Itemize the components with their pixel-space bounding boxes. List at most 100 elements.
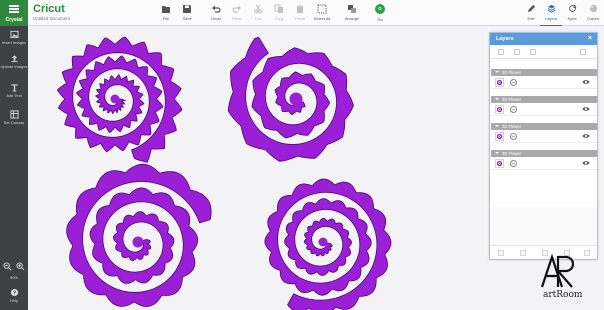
tab-colors[interactable]: Colors bbox=[582, 4, 604, 21]
layer-row[interactable]: ✂ bbox=[491, 76, 597, 89]
tab-layers-label: Layers bbox=[544, 16, 557, 21]
go-button[interactable]: G bbox=[375, 4, 385, 14]
redo-icon bbox=[232, 5, 241, 13]
layer-thumbnail bbox=[495, 132, 504, 141]
account-name: Crystal bbox=[5, 17, 23, 23]
chevron-down-icon[interactable] bbox=[495, 125, 499, 127]
palette-icon bbox=[589, 4, 597, 13]
left-sidebar: Insert Images Upload Images Add Text Set… bbox=[0, 26, 28, 310]
help-label: Help bbox=[9, 298, 19, 303]
sidebar-item-insert-images[interactable]: Insert Images bbox=[0, 30, 28, 45]
zoom-controls bbox=[3, 262, 25, 271]
zoom-out-icon[interactable] bbox=[3, 262, 12, 271]
layer-thumbnail bbox=[495, 105, 504, 114]
layer-group-label: 3D Flower bbox=[502, 97, 522, 102]
image-icon bbox=[9, 30, 19, 39]
layer-group[interactable]: 3D Flower ✂ bbox=[491, 150, 597, 170]
flower-spiral-round-petal[interactable] bbox=[264, 178, 392, 310]
select-all-icon bbox=[317, 4, 327, 14]
help-icon: ? bbox=[10, 288, 18, 297]
layer-row[interactable]: ✂ bbox=[491, 157, 597, 170]
pencil-icon bbox=[527, 4, 535, 13]
sidebar-item-add-text[interactable]: Add Text bbox=[0, 83, 28, 98]
layer-group[interactable]: 3D Flower ✂ bbox=[491, 123, 597, 143]
chevron-down-icon[interactable] bbox=[495, 71, 499, 73]
arrange-button[interactable]: Arrange bbox=[340, 4, 364, 24]
sidebar-item-label: Set Canvas bbox=[3, 120, 25, 125]
cut-operation-icon[interactable]: ✂ bbox=[510, 106, 517, 113]
eye-icon[interactable] bbox=[582, 106, 590, 112]
layer-group-header[interactable]: 3D Flower bbox=[491, 150, 597, 157]
text-icon bbox=[10, 84, 18, 92]
tab-colors-label: Colors bbox=[587, 16, 599, 21]
paste-button[interactable]: Paste bbox=[288, 4, 312, 24]
zoom-level: 90% bbox=[9, 275, 18, 280]
layer-group[interactable]: 3D Flower ✂ bbox=[491, 69, 597, 89]
close-icon[interactable]: × bbox=[588, 33, 592, 45]
layer-group-label: 3D Flower bbox=[502, 151, 522, 156]
layers-panel-title: Layers bbox=[496, 36, 514, 42]
layer-group[interactable]: 3D Flower ✂ bbox=[491, 96, 597, 116]
copy-icon bbox=[274, 4, 283, 13]
svg-text:?: ? bbox=[12, 291, 15, 297]
tab-sync[interactable]: Sync bbox=[561, 4, 583, 21]
flower-spiral-scalloped[interactable] bbox=[66, 163, 212, 307]
save-label: Save bbox=[182, 16, 192, 21]
tab-edit[interactable]: Edit bbox=[520, 4, 542, 21]
tab-layers[interactable]: Layers bbox=[540, 4, 562, 26]
layers-panel-header: Layers × bbox=[490, 33, 597, 45]
upload-icon bbox=[10, 55, 18, 63]
canvas-artwork bbox=[56, 36, 392, 310]
flower-spiral-wide-pointed-center bbox=[289, 92, 303, 106]
select-all-label: Select All bbox=[313, 16, 331, 21]
tab-sync-label: Sync bbox=[567, 16, 577, 21]
artroom-logo bbox=[540, 253, 575, 288]
layer-group-header[interactable]: 3D Flower bbox=[491, 69, 597, 76]
zoom-in-icon[interactable] bbox=[16, 262, 25, 271]
layer-thumbnail bbox=[495, 78, 504, 87]
eye-icon[interactable] bbox=[582, 133, 590, 139]
cut-icon bbox=[254, 4, 262, 14]
chevron-down-icon[interactable] bbox=[495, 98, 499, 100]
eye-icon[interactable] bbox=[582, 160, 590, 166]
go-label: Go bbox=[377, 17, 383, 22]
help-button[interactable]: ? Help bbox=[0, 288, 28, 303]
app-window: Crystal Cricut Untitled Document File Sa… bbox=[0, 0, 604, 310]
layer-thumbnail bbox=[495, 159, 504, 168]
sidebar-item-set-canvas[interactable]: Set Canvas bbox=[0, 110, 28, 125]
paste-label: Paste bbox=[294, 16, 306, 21]
eye-icon[interactable] bbox=[582, 79, 590, 85]
weld-icon[interactable] bbox=[520, 250, 526, 256]
save-icon bbox=[183, 5, 191, 13]
flower-spiral-pointed-center bbox=[110, 94, 120, 104]
layers-panel: Layers × 3D Flower ✂ 3D Flower ✂ 3D Flower ✂ 3… bbox=[489, 32, 598, 260]
layer-group-header[interactable]: 3D Flower bbox=[491, 96, 597, 103]
layer-group-header[interactable]: 3D Flower bbox=[491, 123, 597, 130]
save-button[interactable]: Save bbox=[175, 4, 199, 24]
sidebar-item-upload-images[interactable]: Upload Images bbox=[0, 54, 28, 69]
contour-icon[interactable] bbox=[584, 250, 590, 256]
account-menu[interactable]: Crystal bbox=[0, 0, 28, 26]
chevron-down-icon[interactable] bbox=[495, 152, 499, 154]
select-all-button[interactable]: Select All bbox=[310, 4, 334, 24]
layers-toolbar bbox=[490, 45, 597, 59]
arrange-icon bbox=[348, 5, 356, 13]
cut-operation-icon[interactable]: ✂ bbox=[510, 160, 517, 167]
slice-icon[interactable] bbox=[498, 250, 504, 256]
flower-spiral-pointed[interactable] bbox=[56, 36, 183, 163]
delete-icon[interactable] bbox=[580, 49, 586, 55]
sidebar-item-label: Insert Images bbox=[1, 40, 27, 45]
layer-row[interactable]: ✂ bbox=[491, 103, 597, 116]
group-icon[interactable] bbox=[498, 49, 504, 55]
undo-icon bbox=[212, 5, 221, 13]
document-title[interactable]: Untitled Document bbox=[33, 16, 70, 21]
flower-spiral-scalloped-center bbox=[132, 236, 144, 248]
layer-row[interactable]: ✂ bbox=[491, 130, 597, 143]
duplicate-icon[interactable] bbox=[530, 49, 536, 55]
sidebar-item-label: Upload Images bbox=[0, 64, 28, 69]
cut-operation-icon[interactable]: ✂ bbox=[510, 79, 517, 86]
ungroup-icon[interactable] bbox=[514, 49, 520, 55]
hamburger-icon bbox=[9, 5, 19, 13]
sidebar-item-label: Add Text bbox=[6, 93, 22, 98]
cut-operation-icon[interactable]: ✂ bbox=[510, 133, 517, 140]
